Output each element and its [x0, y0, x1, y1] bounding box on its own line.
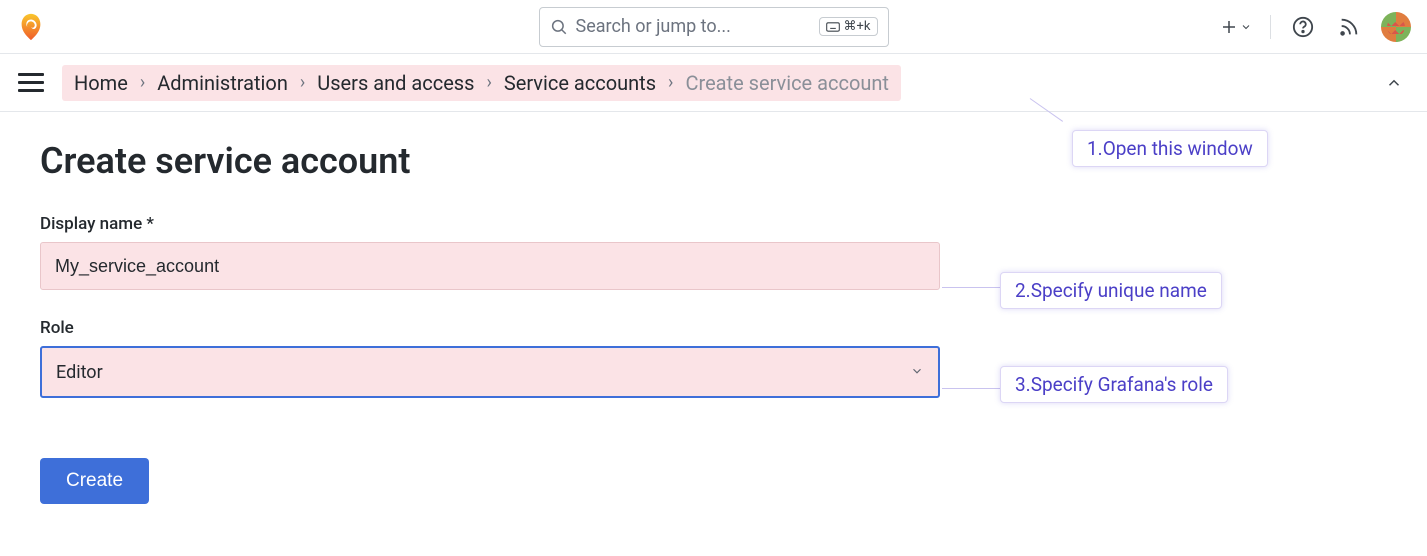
keyboard-icon [826, 22, 840, 32]
topbar: Search or jump to... ⌘+k [0, 0, 1427, 54]
breadcrumb-link-home[interactable]: Home [74, 71, 128, 95]
keyboard-shortcut-badge: ⌘+k [819, 17, 878, 36]
annotation-2: 2.Specify unique name [1000, 272, 1222, 309]
chevron-right-icon: › [668, 72, 673, 93]
annotation-3: 3.Specify Grafana's role [1000, 366, 1228, 403]
grafana-logo-icon[interactable] [16, 12, 46, 42]
annotation-connector [942, 388, 1000, 389]
help-button[interactable] [1289, 13, 1317, 41]
display-name-input[interactable] [40, 242, 940, 290]
role-select[interactable]: Editor [40, 346, 940, 398]
topbar-actions [1220, 12, 1411, 42]
plus-icon [1220, 18, 1238, 36]
breadcrumb-current: Create service account [685, 71, 889, 95]
breadcrumb-link-users-access[interactable]: Users and access [317, 71, 474, 95]
chevron-right-icon: › [140, 72, 145, 93]
create-button[interactable]: Create [40, 458, 149, 504]
menu-toggle-button[interactable] [18, 68, 48, 98]
search-icon [550, 18, 568, 36]
role-select-value: Editor [56, 362, 103, 383]
chevron-down-icon [910, 362, 924, 383]
role-label: Role [40, 318, 1427, 338]
chevron-right-icon: › [486, 72, 491, 93]
search-placeholder: Search or jump to... [576, 16, 811, 37]
breadcrumb-link-service-accounts[interactable]: Service accounts [504, 71, 656, 95]
collapse-header-button[interactable] [1379, 68, 1409, 98]
page-subheader: Home › Administration › Users and access… [0, 54, 1427, 112]
chevron-down-icon [1240, 21, 1252, 33]
chevron-right-icon: › [300, 72, 305, 93]
breadcrumb: Home › Administration › Users and access… [62, 65, 901, 101]
question-circle-icon [1292, 16, 1314, 38]
chevron-up-icon [1385, 74, 1403, 92]
news-button[interactable] [1335, 13, 1363, 41]
add-menu-button[interactable] [1220, 18, 1252, 36]
breadcrumb-link-administration[interactable]: Administration [157, 71, 288, 95]
divider [1270, 15, 1271, 39]
user-avatar[interactable] [1381, 12, 1411, 42]
search-input[interactable]: Search or jump to... ⌘+k [539, 7, 889, 47]
rss-icon [1338, 16, 1360, 38]
annotation-1: 1.Open this window [1072, 130, 1268, 167]
annotation-connector [942, 287, 1000, 288]
display-name-label: Display name * [40, 214, 1427, 234]
